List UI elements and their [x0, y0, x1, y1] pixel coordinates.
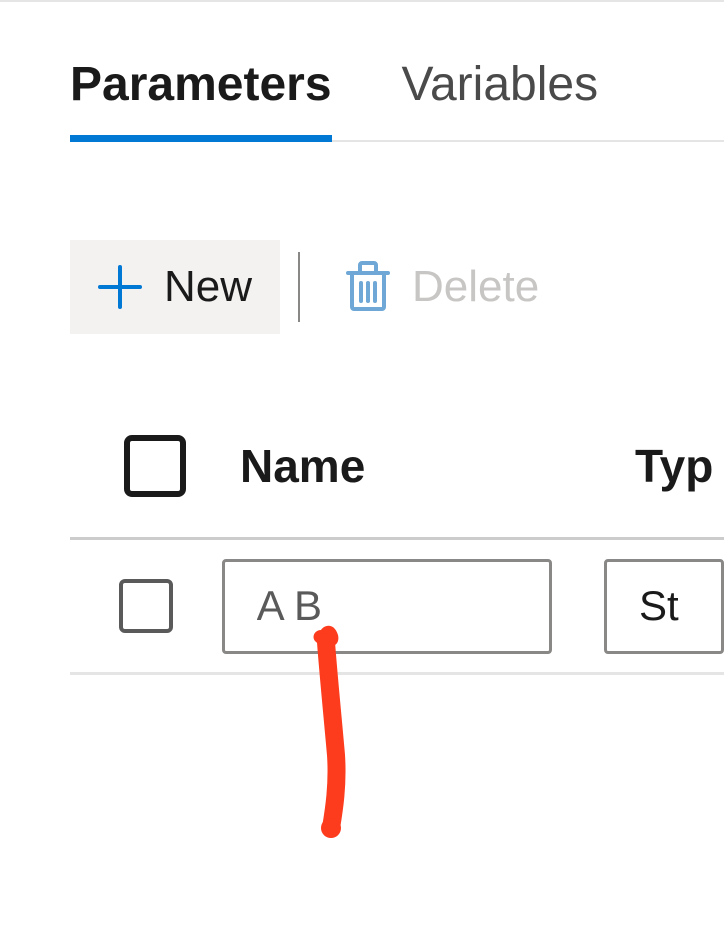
table-header: Name Typ: [70, 395, 724, 540]
table-row: [70, 540, 724, 675]
plus-icon: [98, 265, 142, 309]
name-cell: [222, 559, 574, 654]
new-button-label: New: [164, 262, 252, 312]
top-divider: [0, 0, 724, 2]
type-cell: [574, 559, 724, 654]
tabs-container: Parameters Variables: [70, 45, 724, 142]
trash-icon: [346, 261, 390, 313]
new-button[interactable]: New: [70, 240, 280, 334]
header-checkbox-col: [70, 435, 240, 497]
delete-button-label: Delete: [412, 262, 539, 312]
tab-parameters[interactable]: Parameters: [70, 45, 332, 140]
parameter-type-input[interactable]: [604, 559, 724, 654]
toolbar-separator: [298, 252, 300, 322]
parameters-table: Name Typ: [70, 395, 724, 675]
delete-button[interactable]: Delete: [318, 240, 567, 334]
header-type[interactable]: Typ: [635, 439, 724, 493]
row-checkbox-col: [70, 579, 222, 633]
row-checkbox[interactable]: [119, 579, 173, 633]
toolbar: New Delete: [70, 240, 567, 334]
header-name[interactable]: Name: [240, 439, 635, 493]
select-all-checkbox[interactable]: [124, 435, 186, 497]
parameter-name-input[interactable]: [222, 559, 552, 654]
tab-variables[interactable]: Variables: [402, 45, 599, 140]
